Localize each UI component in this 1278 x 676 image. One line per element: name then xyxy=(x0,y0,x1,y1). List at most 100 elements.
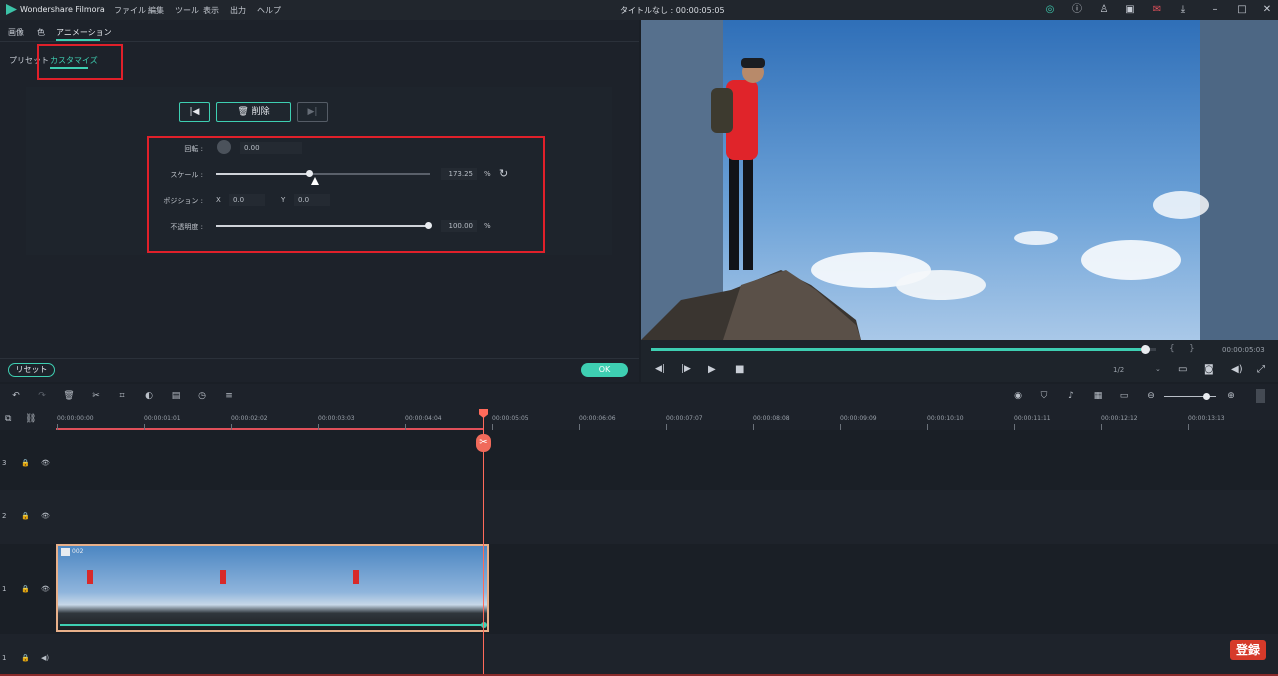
volume-icon[interactable]: ◀) xyxy=(1231,364,1243,375)
ok-button[interactable]: OK xyxy=(581,363,628,377)
delete-keyframe-button[interactable]: 🗑 削除 xyxy=(216,102,291,122)
opacity-slider-thumb[interactable] xyxy=(425,222,432,229)
green-screen-icon[interactable]: ▤ xyxy=(170,390,182,402)
scale-slider-thumb[interactable] xyxy=(306,170,313,177)
cut-icon[interactable]: ✂ xyxy=(90,390,102,402)
ruler-label: 00:00:04:04 xyxy=(405,415,442,422)
delete-icon[interactable]: 🗑 xyxy=(63,390,75,402)
play-icon[interactable]: ▶ xyxy=(708,364,716,375)
scale-input[interactable]: 173.25 xyxy=(441,168,477,180)
stop-icon[interactable]: ■ xyxy=(735,364,744,375)
speed-icon[interactable]: ◷ xyxy=(196,390,208,402)
lock-icon[interactable]: 🔒 xyxy=(21,585,30,593)
clip-name: 002 xyxy=(72,548,84,555)
tab-color[interactable]: 色 xyxy=(37,27,45,38)
reset-scale-icon[interactable]: ↻ xyxy=(499,167,508,180)
opacity-slider-track[interactable] xyxy=(216,225,428,227)
clip-figure xyxy=(87,570,93,584)
step-back-icon[interactable]: ◀| xyxy=(655,364,665,374)
render-icon[interactable]: ◉ xyxy=(1012,390,1024,402)
prev-keyframe-button[interactable]: |◀ xyxy=(179,102,210,122)
clip-effect-bar xyxy=(60,624,485,626)
info-icon[interactable]: ⓘ xyxy=(1070,3,1084,17)
rotate-input[interactable]: 0.00 xyxy=(240,142,302,154)
next-keyframe-button[interactable]: ▶| xyxy=(297,102,328,122)
maximize-icon[interactable]: □ xyxy=(1235,3,1249,17)
step-forward-icon[interactable]: |▶ xyxy=(681,364,691,374)
preview-progress-thumb[interactable] xyxy=(1141,345,1150,354)
video-clip[interactable]: 002 xyxy=(56,544,489,632)
reset-button[interactable]: リセット xyxy=(8,363,55,377)
ruler-tick xyxy=(1101,424,1102,430)
panel-toggle-icon[interactable] xyxy=(1256,389,1265,403)
chevron-down-icon[interactable]: ⌄ xyxy=(1155,365,1161,373)
menu-edit[interactable]: 編集 xyxy=(148,5,164,16)
position-x-input[interactable]: 0.0 xyxy=(229,194,265,206)
zoom-slider-thumb[interactable] xyxy=(1203,393,1210,400)
subscribe-badge: 登録 xyxy=(1230,640,1266,660)
account-icon[interactable]: ♙ xyxy=(1097,3,1111,17)
crop-icon[interactable]: ⌗ xyxy=(116,390,128,402)
add-track-icon[interactable]: ⧉ xyxy=(5,414,11,424)
preview-timecode: 00:00:05:03 xyxy=(1222,346,1265,354)
subtitle-icon[interactable]: ▭ xyxy=(1118,390,1130,402)
track-1-number: 1 xyxy=(2,585,7,593)
rotate-dial[interactable] xyxy=(217,140,231,154)
opacity-input[interactable]: 100.00 xyxy=(441,220,477,232)
tab-image[interactable]: 画像 xyxy=(8,27,24,38)
link-icon[interactable]: ⛓ xyxy=(25,414,36,424)
redo-icon[interactable]: ↷ xyxy=(36,390,48,402)
audio-mixer-icon[interactable]: ▦ xyxy=(1092,390,1104,402)
menu-view[interactable]: 表示 xyxy=(203,5,219,16)
menu-tools[interactable]: ツール xyxy=(175,5,199,16)
tab-animation[interactable]: アニメーション xyxy=(56,27,112,38)
mark-in-icon[interactable]: { xyxy=(1169,344,1175,354)
minimize-icon[interactable]: – xyxy=(1208,3,1222,17)
fullscreen-icon[interactable]: ⤢ xyxy=(1257,364,1265,375)
ruler-label: 00:00:07:07 xyxy=(666,415,703,422)
ruler-tick xyxy=(927,424,928,430)
marker-icon[interactable]: ⛉ xyxy=(1038,390,1050,402)
monitor-icon[interactable]: ▭ xyxy=(1178,364,1187,375)
position-label: ポジション : xyxy=(163,197,203,205)
lock-icon[interactable]: 🔒 xyxy=(21,654,30,662)
tab-active-indicator xyxy=(56,39,100,41)
mic-icon[interactable]: ♪ xyxy=(1065,390,1077,402)
scissors-icon[interactable]: ✂ xyxy=(476,434,491,452)
close-icon[interactable]: ✕ xyxy=(1260,3,1274,17)
position-x-label: X xyxy=(216,196,221,204)
camera-icon[interactable]: ◙ xyxy=(1204,364,1214,375)
eye-icon[interactable]: 👁 xyxy=(41,585,50,593)
download-icon[interactable]: ⤓ xyxy=(1176,3,1190,17)
zoom-out-icon[interactable]: ⊖ xyxy=(1145,390,1157,402)
ruler-tick xyxy=(666,424,667,430)
lock-icon[interactable]: 🔒 xyxy=(21,512,30,520)
eye-icon[interactable]: 👁 xyxy=(41,512,50,520)
highlight-box-customize xyxy=(37,44,123,80)
menu-file[interactable]: ファイル xyxy=(114,5,146,16)
zoom-in-icon[interactable]: ⊕ xyxy=(1225,390,1237,402)
lock-icon[interactable]: 🔒 xyxy=(21,459,30,467)
mail-icon[interactable]: ✉ xyxy=(1150,3,1164,17)
keyframe-marker[interactable] xyxy=(481,622,487,628)
app-name: Wondershare Filmora xyxy=(20,5,105,14)
undo-icon[interactable]: ↶ xyxy=(10,390,22,402)
speaker-icon[interactable]: ◀) xyxy=(41,654,49,662)
ruler-tick xyxy=(318,424,319,430)
timeline-ruler[interactable] xyxy=(0,408,1278,430)
menu-help[interactable]: ヘルプ xyxy=(257,5,281,16)
save-icon[interactable]: ▣ xyxy=(1123,3,1137,17)
color-icon[interactable]: ◐ xyxy=(143,390,155,402)
clip-thumbnail xyxy=(191,546,324,630)
eye-icon[interactable]: 👁 xyxy=(41,459,50,467)
ruler-tick xyxy=(57,424,58,430)
ruler-tick xyxy=(579,424,580,430)
adjust-icon[interactable]: ≡ xyxy=(223,390,235,402)
mark-out-icon[interactable]: } xyxy=(1189,344,1195,354)
ruler-label: 00:00:06:06 xyxy=(579,415,616,422)
image-icon xyxy=(61,548,70,556)
quality-select[interactable]: 1/2 xyxy=(1113,366,1124,374)
position-y-input[interactable]: 0.0 xyxy=(294,194,330,206)
support-icon[interactable]: ◎ xyxy=(1043,3,1057,17)
menu-export[interactable]: 出力 xyxy=(230,5,246,16)
